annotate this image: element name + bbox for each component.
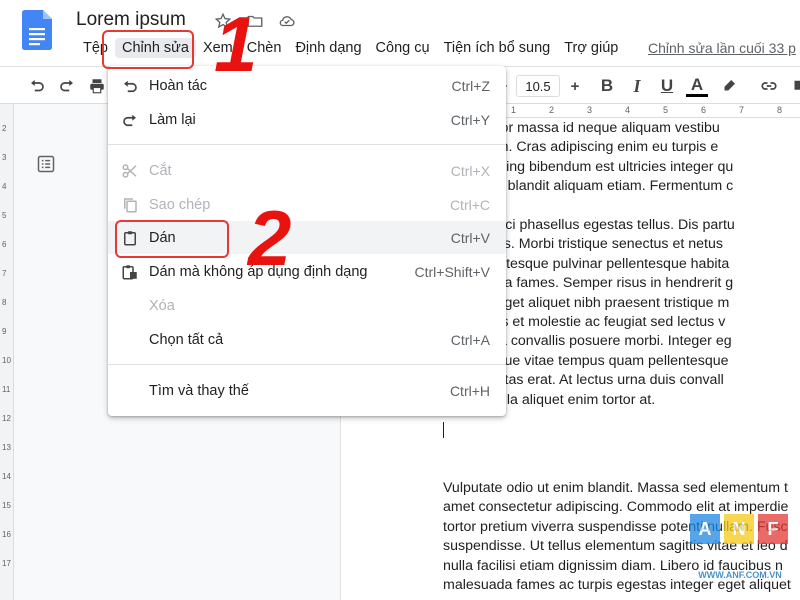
watermark-letter-f: F bbox=[758, 514, 788, 544]
menu-item-redo[interactable]: Làm lại Ctrl+Y bbox=[108, 103, 506, 136]
highlight-box-paste bbox=[115, 220, 229, 258]
paste-plain-icon bbox=[120, 262, 140, 282]
menu-addons[interactable]: Tiện ích bổ sung bbox=[437, 38, 558, 58]
text-cursor bbox=[443, 422, 444, 438]
menu-item-copy[interactable]: Sao chép Ctrl+C bbox=[108, 188, 506, 221]
ruler-mark: 14 bbox=[2, 472, 11, 481]
document-outline-icon[interactable] bbox=[36, 154, 56, 174]
menu-format[interactable]: Định dạng bbox=[288, 38, 368, 58]
ruler-mark: 7 bbox=[2, 269, 7, 278]
watermark-letter-n: N bbox=[724, 514, 754, 544]
scissors-icon bbox=[120, 161, 140, 181]
undo-toolbar-icon[interactable] bbox=[26, 75, 48, 97]
ruler-mark: 16 bbox=[2, 530, 11, 539]
copy-icon bbox=[120, 195, 140, 215]
font-size-input[interactable]: 10.5 bbox=[516, 75, 560, 97]
watermark-letter-a: A bbox=[690, 514, 720, 544]
watermark-text: WWW.ANF.COM.VN bbox=[698, 570, 782, 580]
undo-icon bbox=[120, 76, 140, 96]
ruler-mark: 11 bbox=[2, 385, 11, 394]
menu-item-undo[interactable]: Hoàn tác Ctrl+Z bbox=[108, 69, 506, 102]
ruler-mark: 3 bbox=[587, 105, 593, 115]
ruler-mark: 1 bbox=[511, 105, 517, 115]
ruler-mark: 10 bbox=[2, 356, 11, 365]
print-icon[interactable] bbox=[86, 75, 108, 97]
font-size-increase-button[interactable]: + bbox=[564, 75, 586, 97]
ruler-mark: 13 bbox=[2, 443, 11, 452]
link-icon[interactable] bbox=[758, 75, 780, 97]
menu-tools[interactable]: Công cụ bbox=[369, 38, 437, 58]
cloud-saved-icon[interactable] bbox=[276, 10, 298, 32]
menu-item-select-all[interactable]: Chọn tất cả Ctrl+A bbox=[108, 323, 506, 356]
menu-item-find-replace[interactable]: Tìm và thay thế Ctrl+H bbox=[108, 374, 506, 407]
text-color-button[interactable]: A bbox=[686, 75, 708, 97]
docs-logo-icon[interactable] bbox=[22, 10, 52, 50]
ruler-mark: 5 bbox=[2, 211, 7, 220]
watermark-logo: A N F WWW.ANF.COM.VN bbox=[690, 514, 790, 594]
ruler-mark: 8 bbox=[2, 298, 7, 307]
highlight-box-edit-menu bbox=[102, 30, 194, 69]
ruler-mark: 3 bbox=[2, 153, 7, 162]
vertical-ruler: 2 3 4 5 6 7 8 9 10 11 12 13 14 15 16 17 bbox=[0, 104, 14, 600]
menu-help[interactable]: Trợ giúp bbox=[557, 38, 625, 58]
paragraph-2-line: Vulputate odio ut enim blandit. Massa se… bbox=[443, 480, 788, 496]
italic-button[interactable]: I bbox=[626, 75, 648, 97]
menu-item-delete[interactable]: Xóa bbox=[108, 289, 506, 322]
ruler-mark: 4 bbox=[2, 182, 7, 191]
ruler-mark: 8 bbox=[777, 105, 783, 115]
ruler-mark: 9 bbox=[2, 327, 7, 336]
comment-icon[interactable] bbox=[788, 75, 800, 97]
ruler-mark: 15 bbox=[2, 501, 11, 510]
last-edit-link[interactable]: Chỉnh sửa lần cuối 33 p bbox=[648, 40, 796, 56]
ruler-mark: 17 bbox=[2, 559, 11, 568]
underline-button[interactable]: U bbox=[656, 75, 678, 97]
ruler-mark: 2 bbox=[549, 105, 555, 115]
ruler-mark: 5 bbox=[663, 105, 669, 115]
menu-item-paste-without-formatting[interactable]: Dán mà không áp dụng định dạng Ctrl+Shif… bbox=[108, 255, 506, 288]
ruler-mark: 6 bbox=[701, 105, 707, 115]
step-number-1: 1 bbox=[214, 0, 258, 88]
bold-button[interactable]: B bbox=[596, 75, 618, 97]
redo-toolbar-icon[interactable] bbox=[56, 75, 78, 97]
ruler-mark: 12 bbox=[2, 414, 11, 423]
highlight-pen-icon[interactable] bbox=[718, 75, 740, 97]
document-title[interactable]: Lorem ipsum bbox=[76, 9, 186, 31]
redo-icon bbox=[120, 110, 140, 130]
ruler-mark: 7 bbox=[739, 105, 745, 115]
ruler-mark: 4 bbox=[625, 105, 631, 115]
ruler-mark: 6 bbox=[2, 240, 7, 249]
ruler-mark: 2 bbox=[2, 124, 7, 133]
menu-item-cut[interactable]: Cắt Ctrl+X bbox=[108, 154, 506, 187]
step-number-2: 2 bbox=[248, 194, 292, 282]
